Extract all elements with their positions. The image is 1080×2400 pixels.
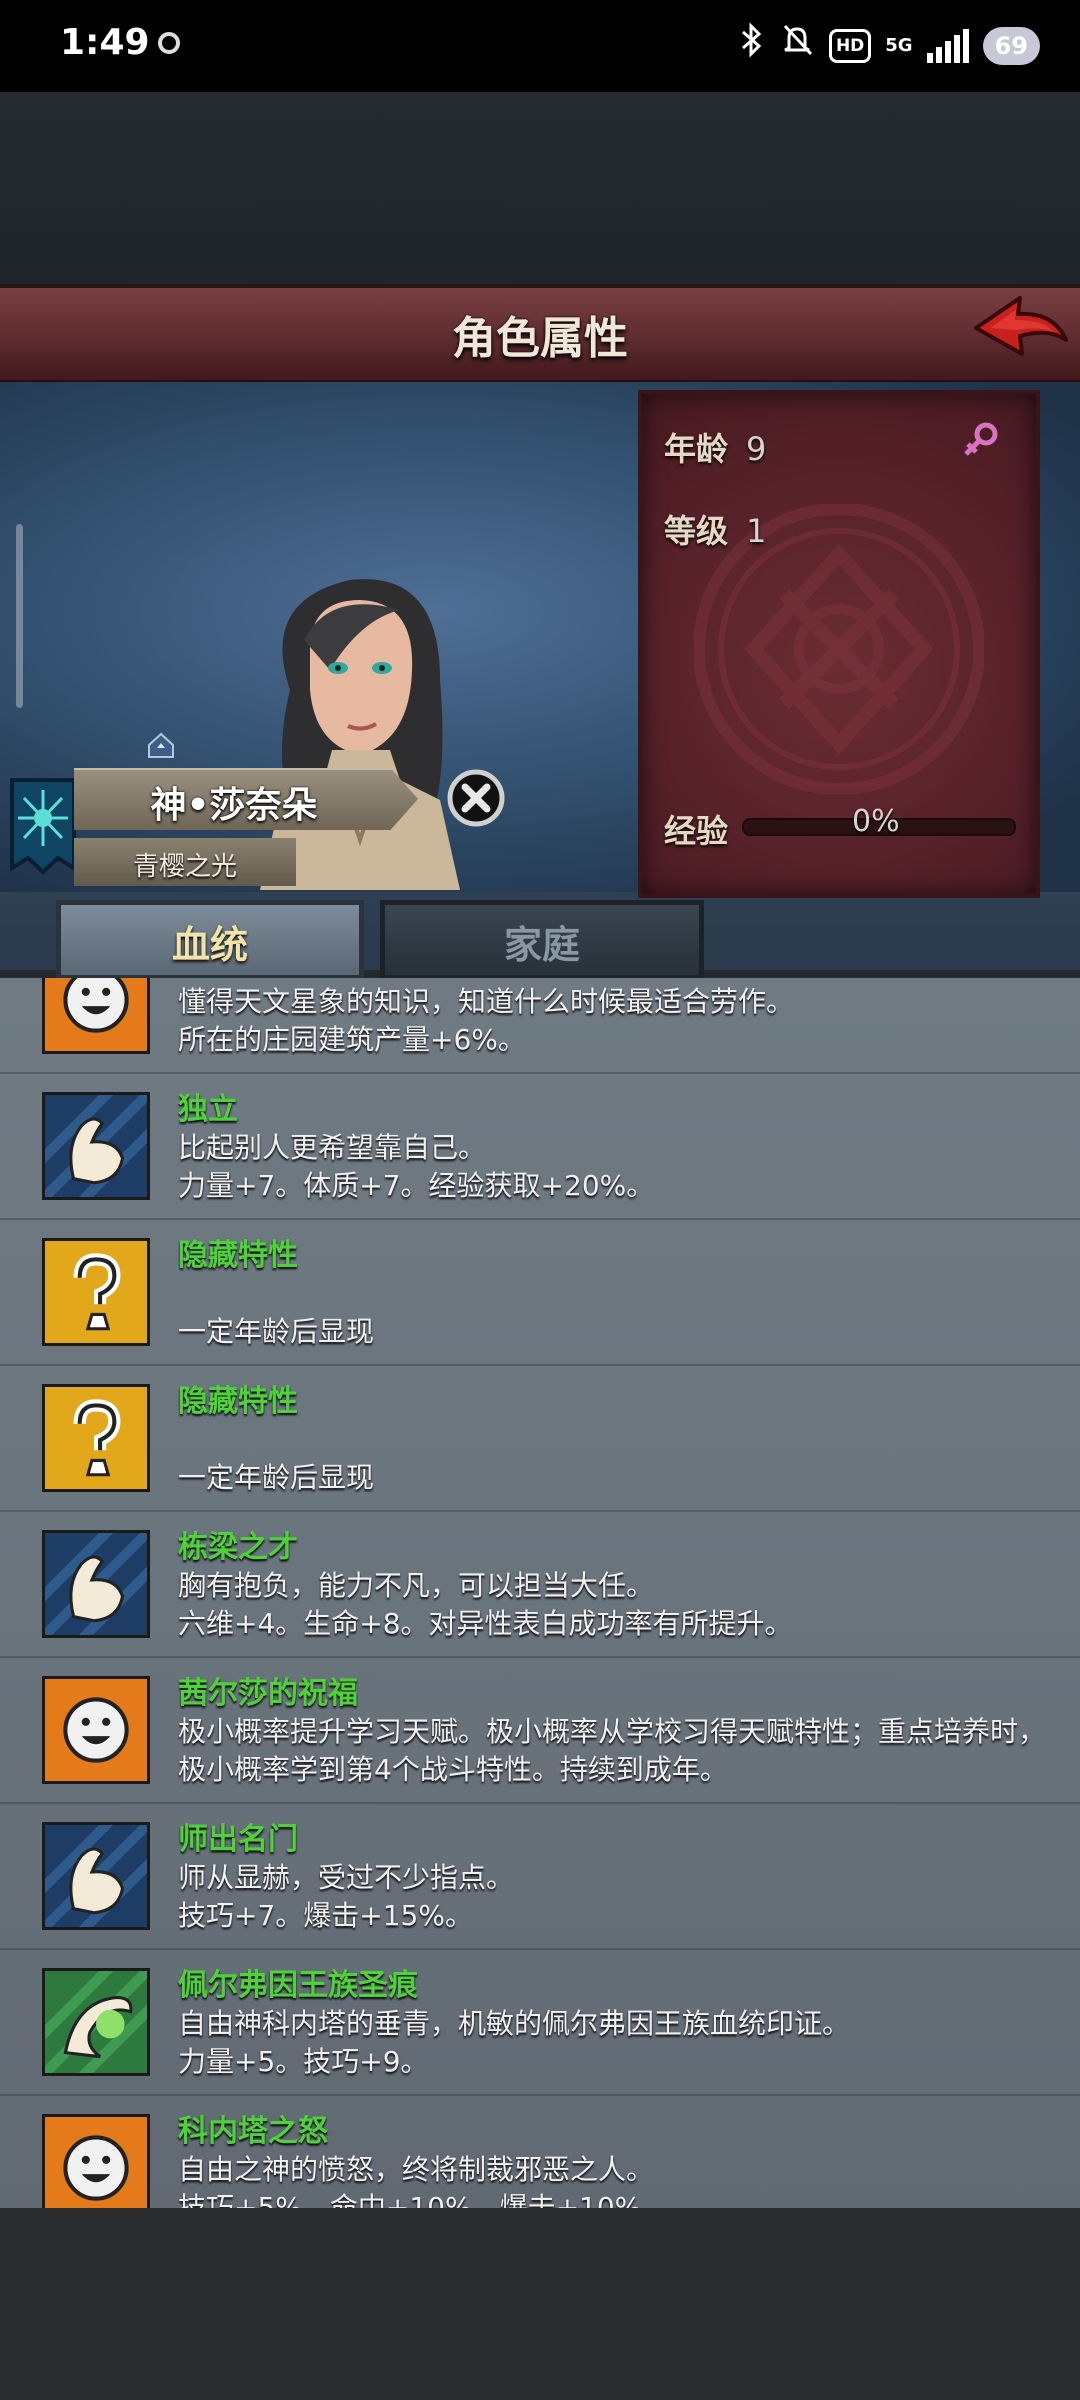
- tab-family[interactable]: 家庭: [380, 900, 704, 980]
- trait-effect: 六维+4。生命+8。对异性表白成功率有所提升。: [178, 1607, 793, 1640]
- trait-name: 佩尔弗因王族圣痕: [178, 1968, 418, 2003]
- arm-icon: [42, 1530, 150, 1638]
- status-time: 1:49: [60, 22, 150, 63]
- close-icon: [447, 769, 505, 827]
- trait-name: 师出名门: [178, 1822, 298, 1857]
- title-bar: 角色属性: [0, 284, 1080, 386]
- trait-name: 独立: [178, 1092, 238, 1127]
- sun-face-icon: [42, 2114, 150, 2210]
- bottom-area: [0, 2208, 1080, 2400]
- trait-row: 师出名门 师从显赫，受过不少指点。 技巧+7。爆击+15%。: [0, 1802, 1080, 1950]
- trait-row: 栋梁之才 胸有抱负，能力不凡，可以担当大任。 六维+4。生命+8。对异性表白成功…: [0, 1510, 1080, 1658]
- trait-desc: 比起别人更希望靠自己。: [178, 1131, 487, 1164]
- question-icon: [42, 1384, 150, 1492]
- trait-desc: 极小概率提升学习天赋。极小概率从学校习得天赋特性；重点培养时，: [178, 1715, 1047, 1748]
- trait-desc: 自由神科内塔的垂青，机敏的佩尔弗因王族血统印证。: [178, 2007, 851, 2040]
- trait-effect: 技巧+5%。命中+10%。爆击+10%。: [178, 2191, 670, 2210]
- trait-name: 栋梁之才: [178, 1530, 298, 1565]
- level-value: 1: [746, 512, 767, 550]
- question-icon: [42, 1238, 150, 1346]
- level-row: 等级 1: [664, 506, 766, 552]
- trait-desc: 自由之神的愤怒，终将制裁邪恶之人。: [178, 2153, 655, 2186]
- trait-effect: 力量+5。技巧+9。: [178, 2045, 429, 2078]
- sun-face-icon: [42, 978, 150, 1054]
- trait-desc: 师从显赫，受过不少指点。: [178, 1861, 515, 1894]
- traits-list[interactable]: 懂得天文星象的知识，知道什么时候最适合劳作。 所在的庄园建筑产量+6%。 独立 …: [0, 978, 1080, 2210]
- arm-icon: [42, 1092, 150, 1200]
- trait-effect: 一定年龄后显现: [178, 1461, 375, 1494]
- trait-row: 独立 比起别人更希望靠自己。 力量+7。体质+7。经验获取+20%。: [0, 1072, 1080, 1220]
- sun-face-icon: [42, 1676, 150, 1784]
- close-button[interactable]: [446, 768, 506, 828]
- age-value: 9: [746, 430, 767, 468]
- trait-effect: 技巧+7。爆击+15%。: [178, 1899, 473, 1932]
- trait-desc: 懂得天文星象的知识，知道什么时候最适合劳作。: [178, 985, 795, 1018]
- female-gender-icon: [964, 422, 998, 456]
- level-label: 等级: [664, 512, 729, 550]
- screen: 1:49 HD 5G 69 角色属性 年龄 9 等级 1 经验 0% 神•莎奈朵…: [0, 0, 1080, 2400]
- character-title: 青樱之光: [132, 852, 237, 882]
- family-banner-icon: [10, 778, 76, 875]
- status-bar: 1:49 HD 5G 69: [0, 0, 1080, 92]
- exp-value: 0%: [852, 804, 900, 839]
- tab-bloodline[interactable]: 血统: [56, 900, 364, 980]
- trait-effect: 所在的庄园建筑产量+6%。: [178, 1023, 526, 1056]
- network-label: 5G: [885, 35, 913, 56]
- bluetooth-icon: [739, 21, 765, 71]
- battery-badge: 69: [982, 27, 1040, 65]
- trait-desc: 胸有抱负，能力不凡，可以担当大任。: [178, 1569, 655, 1602]
- exp-label: 经验: [664, 812, 729, 850]
- trait-name: 茜尔莎的祝福: [178, 1676, 358, 1711]
- arm-icon: [42, 1822, 150, 1930]
- trait-name: 科内塔之怒: [178, 2114, 328, 2149]
- trait-effect: 一定年龄后显现: [178, 1315, 375, 1348]
- hd-badge: HD: [828, 29, 872, 63]
- character-name: 神•莎奈朵: [150, 785, 318, 826]
- trait-row: 科内塔之怒 自由之神的愤怒，终将制裁邪恶之人。 技巧+5%。命中+10%。爆击+…: [0, 2094, 1080, 2210]
- status-icons: HD 5G 69: [739, 21, 1040, 71]
- notification-gear-icon: [158, 32, 180, 54]
- house-icon: [148, 732, 174, 758]
- trait-name: 隐藏特性: [178, 1238, 298, 1273]
- info-panel: 年龄 9 等级 1 经验 0%: [638, 390, 1040, 898]
- age-label: 年龄: [664, 430, 729, 468]
- mute-bell-icon: [779, 22, 815, 71]
- scroll-indicator: [16, 524, 23, 708]
- trait-name: 隐藏特性: [178, 1384, 298, 1419]
- back-button[interactable]: [968, 288, 1072, 368]
- trait-row: 隐藏特性 一定年龄后显现: [0, 1218, 1080, 1366]
- swirl-icon: [42, 1968, 150, 2076]
- trait-row: 佩尔弗因王族圣痕 自由神科内塔的垂青，机敏的佩尔弗因王族血统印证。 力量+5。技…: [0, 1948, 1080, 2096]
- age-row: 年龄 9: [664, 424, 766, 470]
- back-arrow-icon: [974, 296, 1068, 356]
- page-title: 角色属性: [452, 313, 628, 364]
- trait-row: 隐藏特性 一定年龄后显现: [0, 1364, 1080, 1512]
- trait-effect: 力量+7。体质+7。经验获取+20%。: [178, 1169, 655, 1202]
- trait-row: 茜尔莎的祝福 极小概率提升学习天赋。极小概率从学校习得天赋特性；重点培养时， 极…: [0, 1656, 1080, 1804]
- signal-icon: [926, 29, 969, 63]
- trait-effect: 极小概率学到第4个战斗特性。持续到成年。: [178, 1753, 728, 1786]
- trait-row: 懂得天文星象的知识，知道什么时候最适合劳作。 所在的庄园建筑产量+6%。: [0, 978, 1080, 1074]
